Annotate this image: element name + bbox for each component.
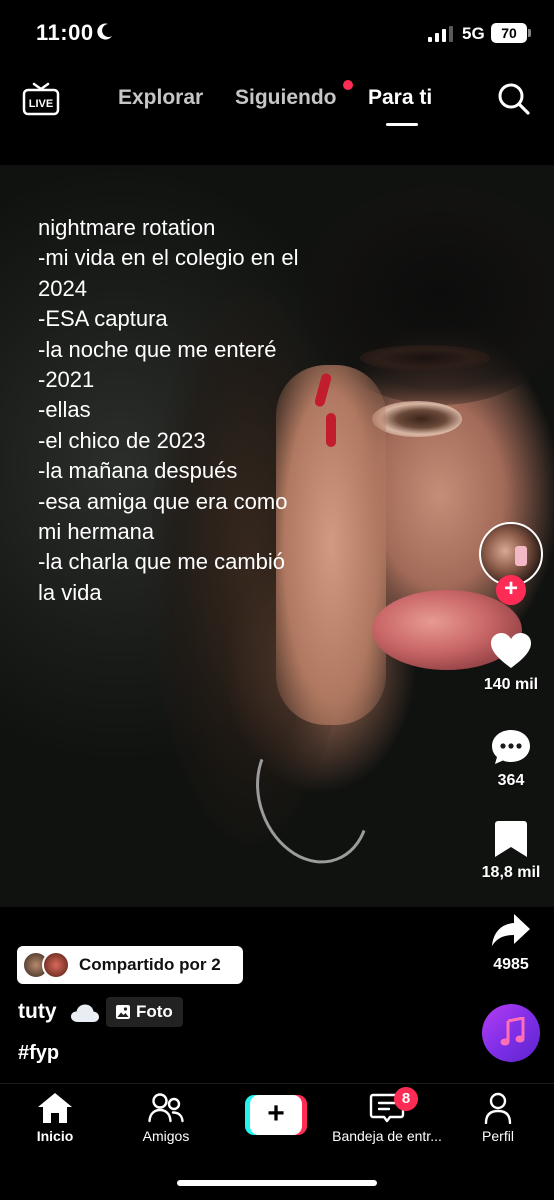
photo-tag: Foto bbox=[106, 997, 183, 1027]
create-button[interactable]: + bbox=[245, 1095, 307, 1135]
post-username[interactable]: tuty bbox=[18, 1000, 57, 1024]
share-icon bbox=[492, 914, 530, 946]
tab-explorar[interactable]: Explorar bbox=[118, 86, 203, 110]
nav-profile-label: Perfil bbox=[482, 1128, 514, 1144]
top-nav: LIVE Explorar Siguiendo Para ti bbox=[0, 70, 554, 165]
tab-para-ti[interactable]: Para ti bbox=[368, 86, 432, 110]
cloud-icon bbox=[71, 1004, 99, 1022]
live-icon[interactable]: LIVE bbox=[22, 82, 60, 116]
battery-indicator: 70 bbox=[491, 23, 527, 43]
search-icon[interactable] bbox=[497, 82, 531, 116]
save-button[interactable]: 18,8 mil bbox=[470, 820, 552, 882]
notification-dot bbox=[343, 80, 353, 90]
friends-icon bbox=[148, 1093, 184, 1123]
comment-icon bbox=[492, 730, 530, 764]
share-button[interactable]: 4985 bbox=[470, 912, 552, 974]
nav-friends[interactable]: Amigos bbox=[111, 1084, 221, 1144]
battery-tip bbox=[528, 29, 531, 37]
shared-by-label: Compartido por 2 bbox=[79, 955, 221, 974]
post-caption: nightmare rotation -mi vida en el colegi… bbox=[38, 215, 299, 605]
profile-icon bbox=[484, 1092, 512, 1124]
active-tab-indicator bbox=[386, 123, 418, 126]
photo-nail bbox=[326, 413, 336, 447]
like-button[interactable]: 140 mil bbox=[470, 632, 552, 694]
nav-profile[interactable]: Perfil bbox=[443, 1084, 553, 1144]
nav-friends-label: Amigos bbox=[142, 1128, 190, 1144]
nav-home[interactable]: Inicio bbox=[0, 1084, 110, 1144]
inbox-badge: 8 bbox=[394, 1087, 418, 1111]
nav-inbox[interactable]: Bandeja de entr... bbox=[332, 1084, 442, 1144]
create-plus-icon: + bbox=[250, 1095, 302, 1135]
nav-inbox-label: Bandeja de entr... bbox=[332, 1128, 442, 1144]
avatar-phone bbox=[515, 546, 527, 566]
share-count: 4985 bbox=[493, 956, 529, 973]
live-label: LIVE bbox=[29, 98, 53, 110]
photo-brow bbox=[360, 345, 490, 371]
hashtag-link[interactable]: #fyp bbox=[18, 1042, 59, 1065]
tab-siguiendo[interactable]: Siguiendo bbox=[235, 86, 337, 110]
moon-icon bbox=[97, 23, 112, 40]
save-count: 18,8 mil bbox=[481, 864, 541, 881]
photo-icon bbox=[116, 1005, 130, 1019]
like-count: 140 mil bbox=[483, 676, 539, 693]
follow-button[interactable]: + bbox=[496, 575, 526, 605]
comment-button[interactable]: 364 bbox=[470, 728, 552, 790]
post-photo[interactable]: nightmare rotation -mi vida en el colegi… bbox=[0, 165, 554, 907]
comment-count: 364 bbox=[497, 772, 525, 789]
music-note-icon bbox=[500, 1017, 525, 1046]
bookmark-icon bbox=[495, 821, 527, 857]
signal-icon bbox=[428, 26, 453, 42]
status-bar: 11:00 5G 70 bbox=[0, 0, 554, 70]
shared-by-chip[interactable]: Compartido por 2 bbox=[17, 946, 243, 984]
network-label: 5G bbox=[462, 24, 485, 43]
heart-icon bbox=[491, 633, 531, 668]
home-indicator bbox=[177, 1180, 377, 1186]
avatar bbox=[42, 951, 70, 979]
photo-tag-label: Foto bbox=[136, 1002, 173, 1021]
status-time: 11:00 bbox=[36, 20, 94, 45]
home-icon bbox=[38, 1093, 72, 1123]
nav-home-label: Inicio bbox=[36, 1128, 74, 1144]
